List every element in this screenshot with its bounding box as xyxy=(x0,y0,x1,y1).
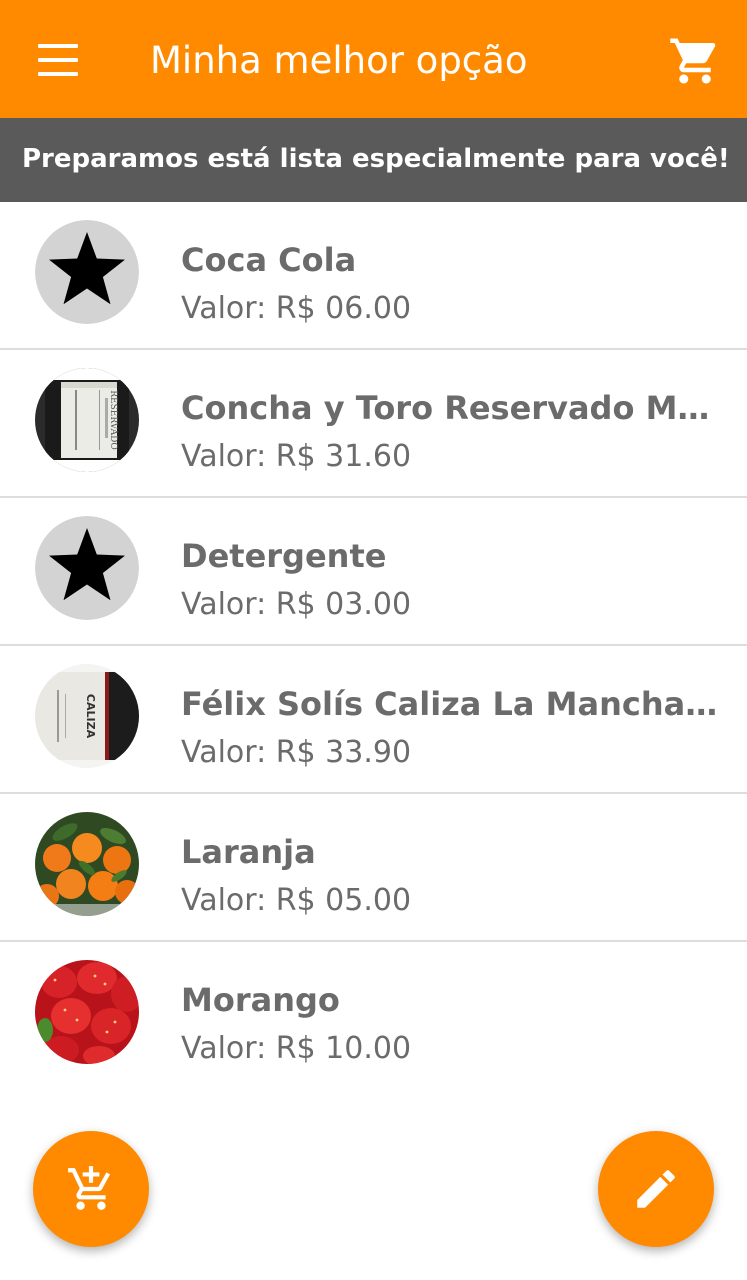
add-shopping-cart-icon xyxy=(68,1166,111,1210)
oranges-image xyxy=(35,812,139,916)
product-name: Concha y Toro Reservado Merlot xyxy=(181,389,721,427)
product-name: Félix Solís Caliza La Mancha D... xyxy=(181,685,721,723)
subheader-text: Preparamos está lista especialmente para… xyxy=(22,144,730,174)
star-icon xyxy=(35,220,139,324)
product-list: Coca Cola Valor: R$ 06.00 RESERVADO Conc… xyxy=(0,202,747,1088)
menu-icon[interactable] xyxy=(38,44,78,76)
pencil-icon xyxy=(637,1170,675,1208)
product-price: Valor: R$ 33.90 xyxy=(181,735,412,770)
wine-bottle-image: RESERVADO xyxy=(35,368,139,472)
product-price: Valor: R$ 10.00 xyxy=(181,1031,412,1066)
svg-text:CALIZA: CALIZA xyxy=(84,694,97,739)
list-item[interactable]: RESERVADO Concha y Toro Reservado Merlot… xyxy=(0,350,747,498)
shopping-cart-icon[interactable] xyxy=(668,34,722,88)
list-item[interactable]: Laranja Valor: R$ 05.00 xyxy=(0,794,747,942)
star-icon xyxy=(35,516,139,620)
app-bar: Minha melhor opção xyxy=(0,0,747,118)
product-name: Coca Cola xyxy=(181,241,357,279)
product-price: Valor: R$ 06.00 xyxy=(181,291,412,326)
list-item[interactable]: CALIZA Félix Solís Caliza La Mancha D...… xyxy=(0,646,747,794)
svg-text:RESERVADO: RESERVADO xyxy=(108,390,118,450)
list-item[interactable]: Coca Cola Valor: R$ 06.00 xyxy=(0,202,747,350)
product-name: Laranja xyxy=(181,833,316,871)
list-subheader: Preparamos está lista especialmente para… xyxy=(0,118,747,202)
strawberries-image xyxy=(35,960,139,1064)
add-to-cart-button[interactable] xyxy=(33,1131,149,1247)
product-price: Valor: R$ 03.00 xyxy=(181,587,412,622)
product-price: Valor: R$ 05.00 xyxy=(181,883,412,918)
wine-bottle-image: CALIZA xyxy=(35,664,139,768)
list-item[interactable]: Morango Valor: R$ 10.00 xyxy=(0,942,747,1088)
page-title: Minha melhor opção xyxy=(150,39,528,82)
product-name: Detergente xyxy=(181,537,387,575)
list-item[interactable]: Detergente Valor: R$ 03.00 xyxy=(0,498,747,646)
product-name: Morango xyxy=(181,981,340,1019)
edit-button[interactable] xyxy=(598,1131,714,1247)
product-price: Valor: R$ 31.60 xyxy=(181,439,412,474)
